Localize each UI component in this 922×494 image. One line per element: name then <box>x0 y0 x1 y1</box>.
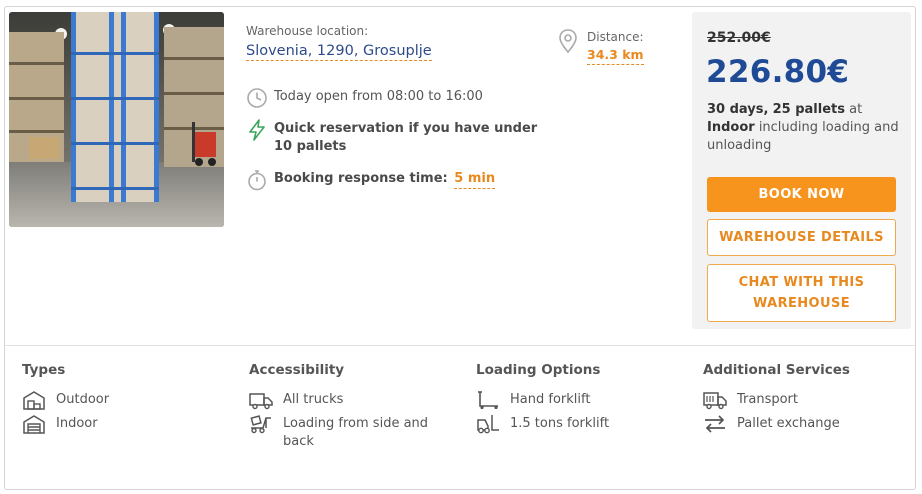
booking-response-label: Booking response time: <box>274 171 448 186</box>
price-days: 30 days, <box>707 102 769 117</box>
warehouse-photo[interactable] <box>9 12 224 227</box>
features-accessibility-title: Accessibility <box>249 362 345 378</box>
map-pin-icon <box>559 29 577 54</box>
distance-value: 34.3 km <box>587 47 644 65</box>
feature-item: Outdoor <box>22 390 109 410</box>
outdoor-warehouse-icon <box>23 391 45 410</box>
exchange-arrows-icon <box>705 415 725 433</box>
features-accessibility: Accessibility All trucks Loading from si… <box>249 362 433 455</box>
chat-with-warehouse-button[interactable]: CHAT WITH THIS WAREHOUSE <box>707 264 896 322</box>
features-additional-services: Additional Services Transport Pallet exc… <box>703 362 850 438</box>
booking-response: Booking response time: 5 min <box>246 169 496 191</box>
quick-reservation-text: Quick reservation if you have under 10 p… <box>274 121 538 154</box>
opening-hours: Today open from 08:00 to 16:00 <box>246 87 483 109</box>
price-at: at <box>849 102 863 117</box>
feature-item: 1.5 tons forklift <box>476 414 609 434</box>
new-price: 226.80€ <box>706 54 850 90</box>
section-divider <box>5 345 915 346</box>
features-types: Types Outdoor Indoor <box>22 362 109 438</box>
truck-icon <box>249 393 273 410</box>
hand-forklift-icon <box>478 391 498 410</box>
feature-label: Indoor <box>56 416 98 431</box>
opening-hours-text: Today open from 08:00 to 16:00 <box>274 89 483 104</box>
distance-label: Distance: <box>587 30 644 44</box>
old-price: 252.00€ <box>707 30 771 46</box>
stopwatch-icon <box>248 170 266 191</box>
warehouse-details-button[interactable]: WAREHOUSE DETAILS <box>707 219 896 256</box>
forklift-icon <box>477 415 499 434</box>
booking-response-value: 5 min <box>454 171 496 189</box>
feature-label: Outdoor <box>56 392 110 407</box>
features-services-title: Additional Services <box>703 362 850 378</box>
price-storage: Indoor <box>707 120 755 135</box>
feature-item: Transport <box>703 390 850 410</box>
feature-label: Transport <box>737 392 799 407</box>
feature-label: Loading from side and back <box>283 416 429 449</box>
transport-truck-icon <box>703 392 727 410</box>
feature-label: All trucks <box>283 392 344 407</box>
features-loading-title: Loading Options <box>476 362 601 378</box>
book-now-button[interactable]: BOOK NOW <box>707 177 896 212</box>
loading-icon <box>250 415 271 434</box>
feature-label: Pallet exchange <box>737 416 840 431</box>
feature-label: 1.5 tons forklift <box>510 416 610 431</box>
quick-reservation: Quick reservation if you have under 10 p… <box>246 119 544 156</box>
features-loading-options: Loading Options Hand forklift 1.5 tons f… <box>476 362 609 438</box>
location-value[interactable]: Slovenia, 1290, Grosuplje <box>246 43 432 61</box>
price-description: 30 days, 25 pallets at Indoor including … <box>707 101 902 155</box>
price-pallets: 25 pallets <box>772 102 845 117</box>
price-panel: 252.00€ 226.80€ 30 days, 25 pallets at I… <box>692 12 911 329</box>
lightning-icon <box>249 119 265 141</box>
feature-item: Indoor <box>22 414 109 434</box>
features-types-title: Types <box>22 362 66 378</box>
feature-item: Loading from side and back <box>249 414 433 451</box>
feature-item: All trucks <box>249 390 433 410</box>
feature-item: Pallet exchange <box>703 414 850 434</box>
feature-label: Hand forklift <box>510 392 591 407</box>
location-label: Warehouse location: <box>246 24 369 38</box>
clock-icon <box>247 88 267 108</box>
feature-item: Hand forklift <box>476 390 609 410</box>
indoor-warehouse-icon <box>23 415 45 434</box>
